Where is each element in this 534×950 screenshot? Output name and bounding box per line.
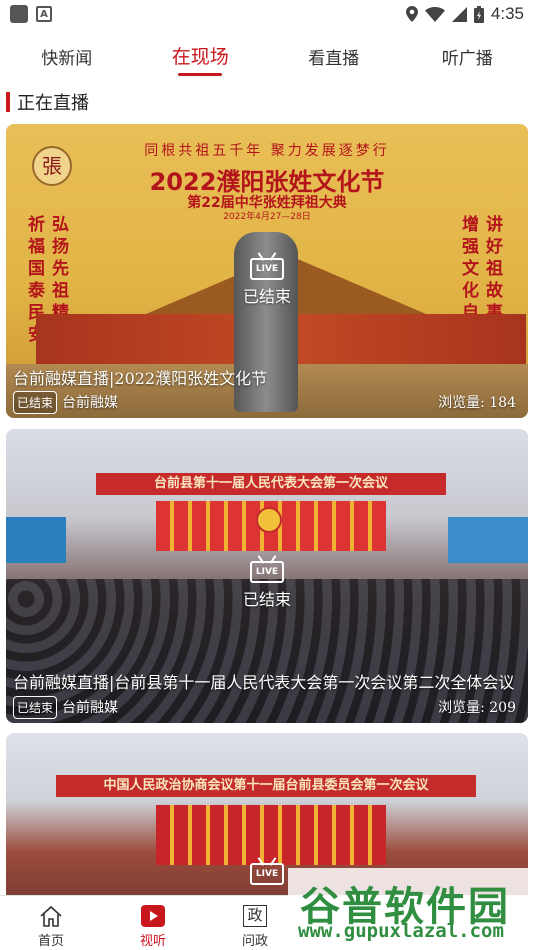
live-status: 已结束 xyxy=(242,590,292,609)
poster-right-col-2: 讲好祖故事 xyxy=(486,215,503,323)
nav-video[interactable]: 视听 xyxy=(102,896,204,950)
section-accent-bar xyxy=(6,92,10,112)
poster-date: 2022年4月27—28日 xyxy=(223,212,311,222)
live-indicator: LIVE xyxy=(250,857,284,885)
card-source: 台前融媒 xyxy=(62,395,119,411)
live-card-1[interactable]: 張 同根共祖五千年 聚力发展逐梦行 2022濮阳张姓文化节 第22届中华张姓拜祖… xyxy=(6,124,528,418)
live-tv-icon: LIVE xyxy=(249,252,284,280)
poster-subtitle: 同根共祖五千年 聚力发展逐梦行 xyxy=(144,143,390,159)
card-title: 台前融媒直播|台前县第十一届人民代表大会第一次会议第二次全体会议 xyxy=(13,673,515,692)
wifi-icon xyxy=(424,6,445,22)
meeting-stage xyxy=(156,805,386,865)
nav-home[interactable]: 首页 xyxy=(0,896,102,950)
watermark: 谷普软件园 www.gupuxlazal.com xyxy=(288,868,534,950)
side-screen-right xyxy=(448,517,528,563)
section-title: 正在直播 xyxy=(17,93,89,114)
live-indicator: LIVE 已结束 xyxy=(243,555,291,610)
status-badge: 已结束 xyxy=(13,695,58,719)
live-status: 已结束 xyxy=(242,287,292,306)
nav-video-label: 视听 xyxy=(139,934,166,949)
card-footer: 已结束 台前融媒 浏览量: 209 xyxy=(13,695,516,719)
signal-icon xyxy=(451,6,467,22)
home-icon xyxy=(0,904,102,928)
card-footer: 已结束 台前融媒 浏览量: 184 xyxy=(13,390,516,414)
live-card-2[interactable]: 台前县第十一届人民代表大会第一次会议 LIVE 已结束 台前融媒直播|台前县第十… xyxy=(6,429,528,723)
side-screen-left xyxy=(6,517,66,563)
top-tabs: 快新闻 在现场 看直播 听广播 xyxy=(0,30,534,78)
live-tv-icon: LIVE xyxy=(249,555,284,583)
meeting-banner: 中国人民政治协商会议第十一届台前县委员会第一次会议 xyxy=(56,775,476,797)
status-right: 4:35 xyxy=(405,4,524,24)
status-left: A xyxy=(10,5,52,23)
card-title: 台前融媒直播|2022濮阳张姓文化节 xyxy=(13,369,268,388)
nav-wenzheng-label: 问政 xyxy=(241,934,268,949)
nav-home-label: 首页 xyxy=(37,934,64,949)
video-icon xyxy=(102,904,204,928)
card-source: 台前融媒 xyxy=(62,700,119,716)
tab-zai-xianchang[interactable]: 在现场 xyxy=(134,30,268,78)
view-count: 浏览量: 184 xyxy=(438,395,516,411)
battery-icon xyxy=(473,5,484,23)
live-tv-icon: LIVE xyxy=(250,857,284,885)
meeting-banner: 台前县第十一届人民代表大会第一次会议 xyxy=(96,473,446,495)
notification-icon xyxy=(10,5,28,23)
tab-ting-guangbo[interactable]: 听广播 xyxy=(401,30,534,78)
watermark-url: www.gupuxlazal.com xyxy=(298,920,504,942)
status-bar: A 4:35 xyxy=(0,0,534,30)
a-icon: A xyxy=(36,6,52,22)
tab-kuai-xinwen[interactable]: 快新闻 xyxy=(0,30,134,78)
status-time: 4:35 xyxy=(490,4,524,23)
live-indicator: LIVE 已结束 xyxy=(243,252,291,307)
tab-kan-zhibo[interactable]: 看直播 xyxy=(267,30,401,78)
emblem-icon xyxy=(256,507,282,533)
status-badge: 已结束 xyxy=(13,390,58,414)
location-icon xyxy=(405,6,418,22)
section-header: 正在直播 xyxy=(6,92,89,114)
view-count: 浏览量: 209 xyxy=(438,700,516,716)
